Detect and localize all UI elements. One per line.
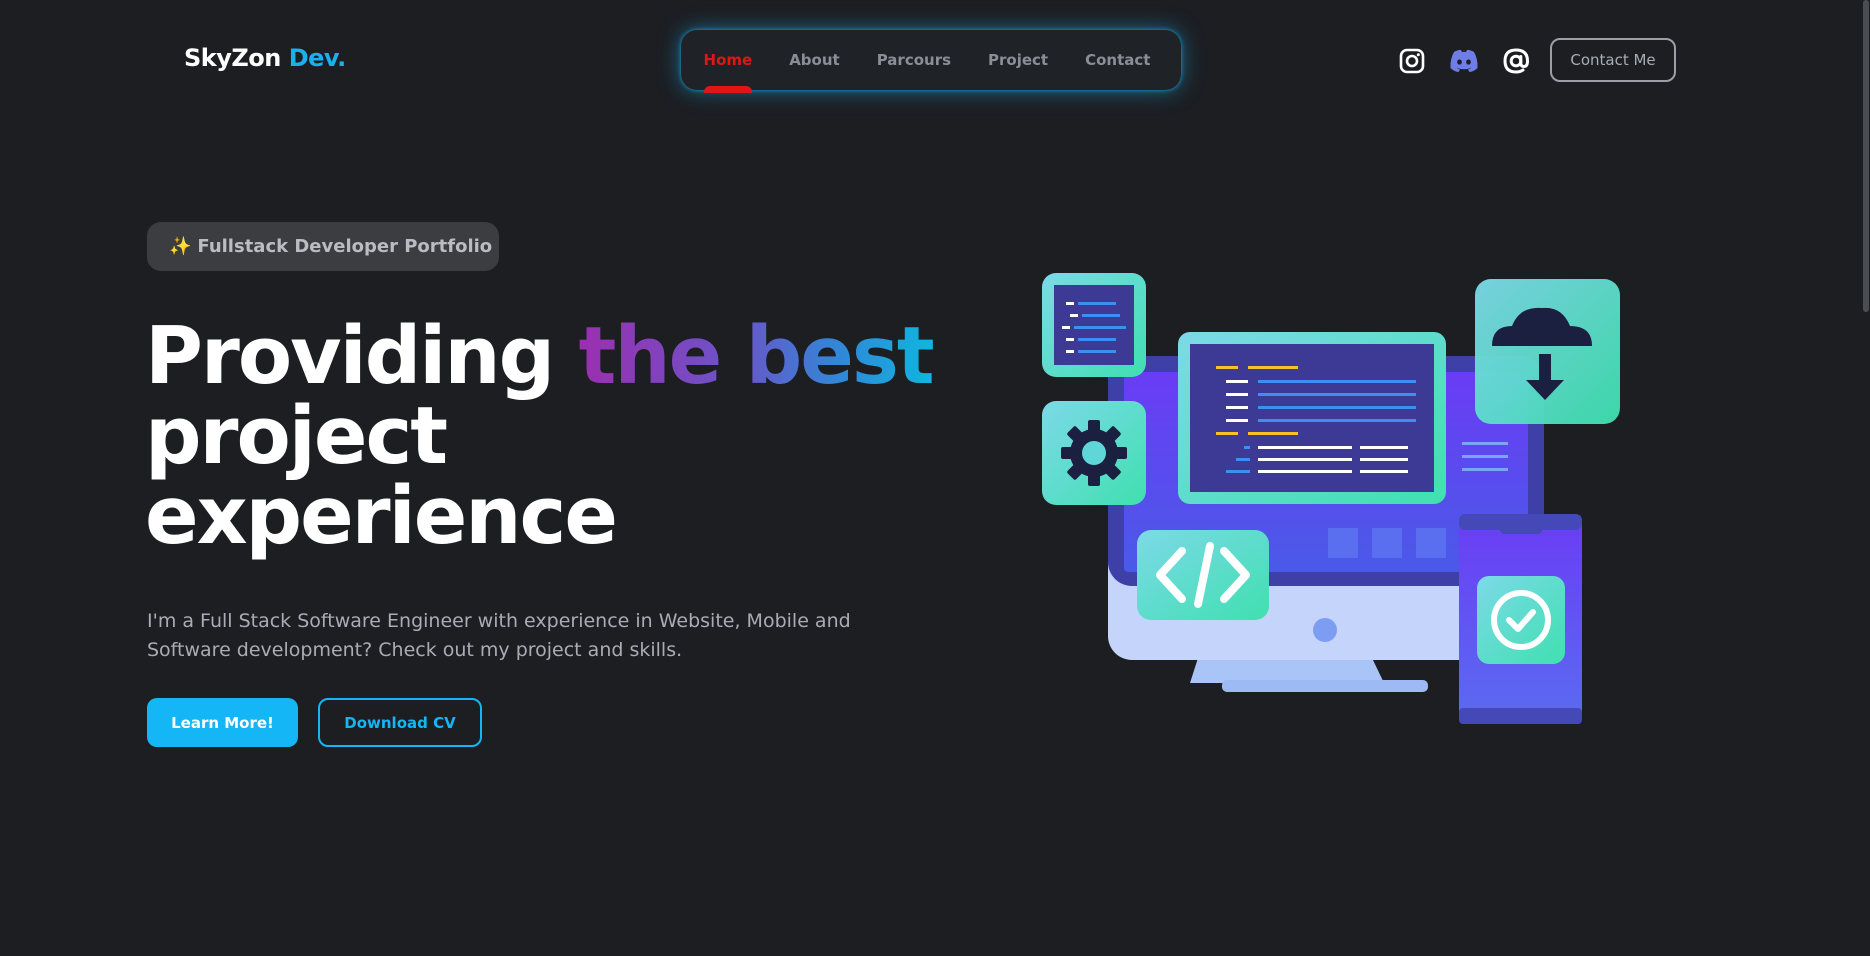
nav-parcours[interactable]: Parcours (877, 51, 951, 69)
scrollbar-thumb[interactable] (1863, 0, 1869, 312)
learn-more-button[interactable]: Learn More! (147, 698, 298, 747)
at-sign-icon[interactable] (1500, 45, 1532, 77)
contact-me-button[interactable]: Contact Me (1550, 38, 1676, 82)
badge-text: Fullstack Developer Portfolio (197, 236, 493, 257)
logo-accent-text: Dev. (288, 44, 347, 72)
nav-home[interactable]: Home (703, 51, 752, 93)
logo[interactable]: SkyZon Dev. (184, 44, 346, 72)
hero-description: I'm a Full Stack Software Engineer with … (147, 610, 851, 661)
sparkles-icon: ✨ (169, 236, 192, 257)
discord-icon[interactable] (1448, 45, 1480, 77)
nav-project[interactable]: Project (988, 51, 1048, 69)
social-links (1396, 45, 1532, 77)
logo-main-text: SkyZon (184, 44, 281, 72)
page-scrollbar[interactable] (1862, 0, 1870, 956)
instagram-icon[interactable] (1396, 45, 1428, 77)
nav-contact[interactable]: Contact (1085, 51, 1150, 69)
main-nav: Home About Parcours Project Contact (681, 30, 1181, 93)
headline-line-3: experience (145, 470, 618, 562)
download-cv-button[interactable]: Download CV (318, 698, 482, 747)
headline-line-2: project (145, 390, 448, 482)
developer-illustration (1030, 268, 1630, 742)
headline-highlight: the best (578, 310, 935, 402)
nav-about[interactable]: About (789, 51, 840, 69)
portfolio-badge: ✨ Fullstack Developer Portfolio (147, 222, 499, 271)
headline-start: Providing (145, 310, 579, 402)
hero-headline: Providing the best project experience (145, 316, 945, 556)
